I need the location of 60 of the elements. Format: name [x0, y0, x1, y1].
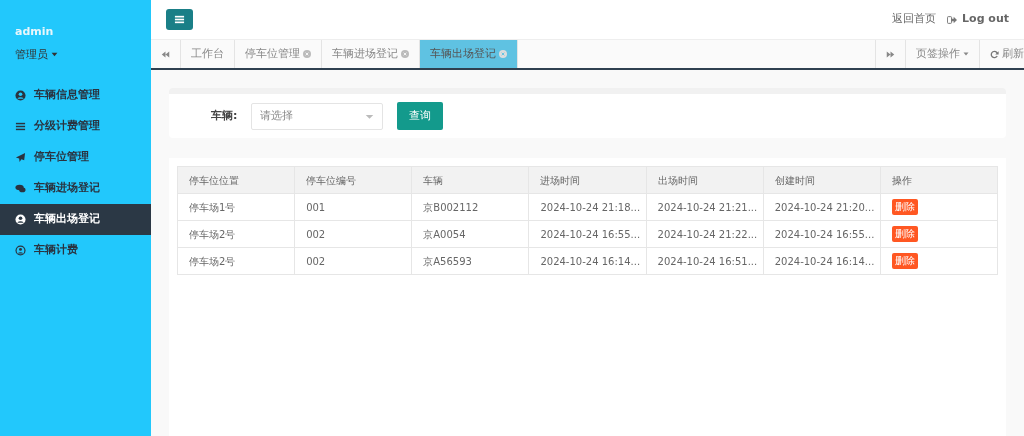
column-header: 操作: [880, 166, 998, 194]
menu-icon: [174, 14, 185, 25]
sidebar-item[interactable]: 停车位管理: [0, 142, 151, 173]
table-cell: 001: [294, 193, 412, 221]
sign-out-icon: [946, 14, 957, 25]
sidebar-item[interactable]: 车辆进场登记: [0, 173, 151, 204]
table-cell: 002: [294, 220, 412, 248]
role-dropdown[interactable]: 管理员: [15, 46, 58, 63]
sidebar-item[interactable]: 分级计费管理: [0, 111, 151, 142]
scroll-right-button[interactable]: [875, 40, 906, 68]
table-cell: 2024-10-24 21:22...: [646, 220, 764, 248]
query-button[interactable]: 查询: [397, 102, 444, 130]
field-label: 车辆:: [211, 107, 238, 124]
table-cell: 停车场2号: [177, 220, 295, 248]
sidebar-item[interactable]: 车辆信息管理: [0, 80, 151, 111]
table-cell: 2024-10-24 16:14...: [528, 247, 647, 275]
table-cell: 2024-10-24 16:14...: [763, 247, 881, 275]
close-icon: [499, 50, 507, 58]
caret-icon: [50, 51, 58, 59]
chat-bubbles-icon: [15, 183, 26, 194]
column-header: 停车位编号: [294, 166, 412, 194]
table-cell: 2024-10-24 16:51...: [646, 247, 764, 275]
refresh-icon: [990, 49, 999, 59]
logout-link[interactable]: Log out: [946, 11, 1009, 28]
delete-button[interactable]: 删除: [891, 226, 918, 242]
caret-icon: [963, 51, 969, 57]
table-cell: 停车场2号: [177, 247, 295, 275]
close-icon: [303, 50, 311, 58]
column-header: 创建时间: [763, 166, 881, 194]
vehicle-select[interactable]: 请选择: [251, 102, 384, 130]
column-header: 进场时间: [528, 166, 647, 194]
table-cell: 2024-10-24 16:55...: [528, 220, 647, 248]
table-cell: 京A0054: [411, 220, 529, 248]
table-cell: 京A56593: [411, 247, 529, 275]
column-header: 停车位位置: [177, 166, 295, 194]
table-cell: 停车场1号: [177, 193, 295, 221]
close-icon: [401, 50, 409, 58]
home-link[interactable]: 返回首页: [891, 11, 936, 28]
table-cell: 2024-10-24 21:21...: [646, 193, 764, 221]
table-cell: 2024-10-24 21:18...: [528, 193, 647, 221]
table-cell: 京B002112: [411, 193, 529, 221]
sidebar-item[interactable]: 车辆计费: [0, 235, 151, 266]
delete-button[interactable]: 删除: [891, 253, 918, 269]
table-cell: 002: [294, 247, 412, 275]
column-header: 车辆: [411, 166, 529, 194]
user-name: admin: [15, 24, 55, 40]
menu-button[interactable]: [166, 9, 193, 30]
double-left-arrow-icon: [161, 49, 170, 59]
paper-plane-icon: [15, 152, 26, 163]
sidebar-item[interactable]: 车辆出场登记: [0, 204, 151, 235]
table-cell: 2024-10-24 21:20...: [763, 193, 881, 221]
user-circle-icon: [15, 214, 26, 225]
column-header: 出场时间: [646, 166, 764, 194]
user-circle-icon: [15, 90, 26, 101]
user-circle-icon: [15, 245, 26, 256]
double-right-arrow-icon: [886, 49, 895, 59]
delete-button[interactable]: 删除: [891, 199, 918, 215]
page-tab[interactable]: 车辆出场登记: [420, 40, 518, 68]
list-icon: [15, 121, 26, 132]
table-cell: 2024-10-24 16:55...: [763, 220, 881, 248]
